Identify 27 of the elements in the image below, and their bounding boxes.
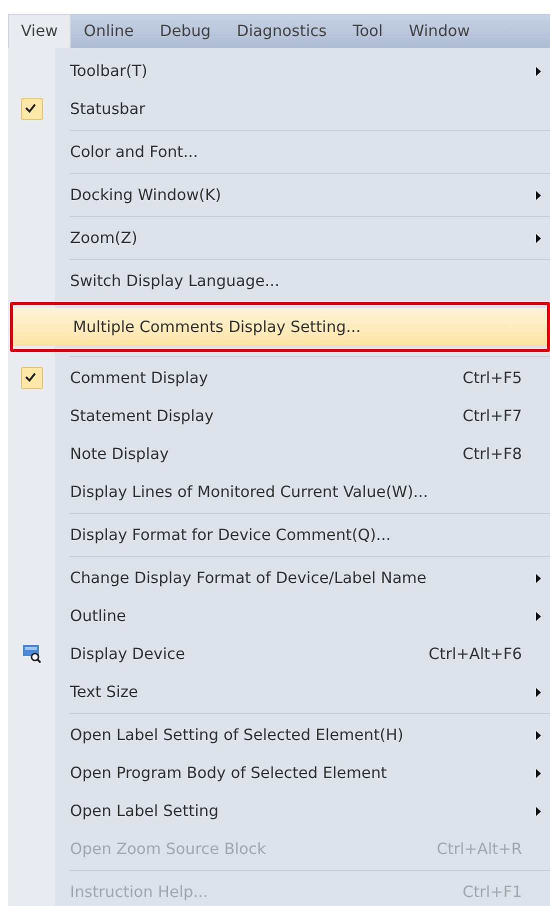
submenu-arrow-icon xyxy=(536,612,540,620)
menu-item[interactable]: Display Device Ctrl+Alt+F6 xyxy=(8,635,550,673)
menu-bar-item[interactable]: View xyxy=(8,14,71,48)
menu-item[interactable]: Open Label Setting xyxy=(8,792,550,830)
menu-bar-item[interactable]: Debug xyxy=(146,14,224,48)
submenu-arrow-icon xyxy=(536,806,540,816)
submenu-arrow-icon xyxy=(536,190,540,200)
menu-item[interactable]: Toolbar(T) xyxy=(8,52,550,90)
submenu-arrow-icon xyxy=(536,768,540,778)
submenu-arrow-icon xyxy=(536,234,540,242)
menu-item[interactable]: Outline xyxy=(8,597,550,635)
menu-item[interactable]: Statusbar xyxy=(8,90,550,128)
menu-bar-item[interactable]: Tool xyxy=(340,14,396,48)
submenu-arrow-icon xyxy=(536,688,540,696)
menu-item[interactable]: Display Lines of Monitored Current Value(W)... xyxy=(8,473,550,511)
menu-item[interactable]: Multiple Comments Display Setting... xyxy=(10,302,550,352)
menu-bar-item[interactable]: Window xyxy=(396,14,483,48)
menu-item[interactable]: Statement Display Ctrl+F7 xyxy=(8,397,550,435)
submenu-arrow-icon xyxy=(536,574,540,582)
menu-item[interactable]: Note Display Ctrl+F8 xyxy=(8,435,550,473)
submenu-arrow-icon xyxy=(536,66,540,76)
menu-item[interactable]: Text Size xyxy=(8,673,550,711)
submenu-arrow-icon xyxy=(536,730,540,740)
menu-bar-item[interactable]: Online xyxy=(70,14,147,48)
menu-bar-item[interactable]: Diagnostics xyxy=(224,14,340,48)
monitor-magnifier-icon xyxy=(22,645,40,663)
menu-item[interactable]: Open Program Body of Selected Element xyxy=(8,754,550,792)
